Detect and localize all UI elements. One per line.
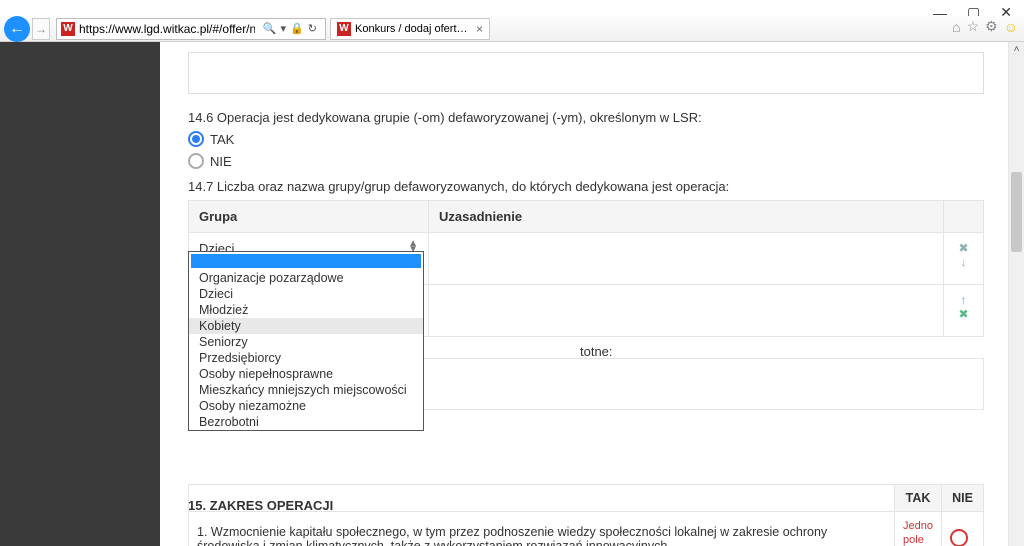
zakres-spacer [189, 485, 895, 512]
refresh-icon[interactable]: ↻ [308, 22, 317, 35]
tab-close-icon[interactable]: × [476, 22, 483, 36]
scrollbar-thumb[interactable] [1011, 172, 1022, 252]
zakres-row1-nie[interactable] [942, 512, 984, 546]
home-icon[interactable]: ⌂ [952, 19, 960, 35]
zakres-th-tak: TAK [895, 485, 942, 512]
istotne-label-fragment: totne: [580, 344, 613, 359]
radio-nie-circle[interactable] [188, 153, 204, 169]
search-icon[interactable]: 🔍 [263, 22, 277, 35]
url-text: https://www.lgd.witkac.pl/#/offer/new/?c… [79, 22, 255, 36]
grupa-dropdown-panel[interactable]: Organizacje pozarządowe Dzieci Młodzież … [188, 251, 424, 431]
left-sidebar [0, 42, 160, 546]
feedback-icon[interactable]: ☺ [1004, 19, 1018, 35]
browser-tab[interactable]: W Konkurs / dodaj ofertę - wit... × [330, 18, 490, 40]
dropdown-option[interactable]: Osoby niezamożne [189, 398, 423, 414]
radio-tak-label: TAK [210, 132, 234, 147]
zakres-row1-tak[interactable]: Jedno pole musi [895, 512, 942, 546]
dropdown-option[interactable]: Osoby niepełnosprawne [189, 366, 423, 382]
lock-icon: 🔒 [290, 22, 304, 35]
dropdown-options-list: Organizacje pozarządowe Dzieci Młodzież … [189, 270, 423, 430]
dropdown-search-input[interactable] [191, 254, 421, 268]
zakres-row1-text: 1. Wzmocnienie kapitału społecznego, w t… [189, 512, 895, 546]
vertical-scrollbar[interactable]: ˄ [1008, 42, 1024, 546]
cell-uzas-input[interactable] [429, 233, 944, 285]
th-uzas: Uzasadnienie [429, 201, 944, 233]
prev-text-input[interactable] [188, 52, 984, 94]
dropdown-option[interactable]: Organizacje pozarządowe [189, 270, 423, 286]
radio-tak[interactable]: TAK [188, 131, 984, 147]
browser-chrome: ← → W https://www.lgd.witkac.pl/#/offer/… [0, 16, 1024, 42]
scroll-up-icon[interactable]: ˄ [1009, 44, 1024, 55]
dropdown-option[interactable]: Mieszkańcy mniejszych miejscowości [189, 382, 423, 398]
th-actions [944, 201, 984, 233]
favicon-w-icon: W [61, 22, 75, 36]
zakres-table: TAK NIE 1. Wzmocnienie kapitału społeczn… [188, 484, 984, 546]
radio-nie-label: NIE [210, 154, 232, 169]
dropdown-option[interactable]: Dzieci [189, 286, 423, 302]
dropdown-option[interactable]: Seniorzy [189, 334, 423, 350]
url-suffix: 🔍 ▾ 🔒 ↻ [259, 22, 321, 35]
remove-row-icon[interactable]: ✖ ↓ [954, 241, 973, 269]
radio-nie-indicator[interactable] [950, 529, 968, 546]
q14-7-label: 14.7 Liczba oraz nazwa grupy/grup defawo… [188, 179, 984, 194]
back-button[interactable]: ← [4, 16, 30, 42]
dropdown-url-icon[interactable]: ▾ [281, 22, 287, 35]
table-row: 1. Wzmocnienie kapitału społecznego, w t… [189, 512, 984, 546]
forward-button[interactable]: → [32, 18, 50, 40]
th-grupa: Grupa [189, 201, 429, 233]
radio-nie[interactable]: NIE [188, 153, 984, 169]
tab-title: Konkurs / dodaj ofertę - wit... [355, 23, 472, 35]
star-icon[interactable]: ☆ [967, 18, 980, 35]
cell-uzas-input-2[interactable] [429, 285, 944, 337]
dropdown-option[interactable]: Kobiety [189, 318, 423, 334]
dropdown-option[interactable]: Bezrobotni [189, 414, 423, 430]
cell-actions-2: ↑ ✖ [944, 285, 984, 337]
dropdown-option[interactable]: Przedsiębiorcy [189, 350, 423, 366]
tab-favicon-icon: W [337, 22, 351, 36]
move-up-icon[interactable]: ↑ ✖ [954, 293, 973, 321]
address-bar[interactable]: W https://www.lgd.witkac.pl/#/offer/new/… [56, 18, 326, 40]
zakres-th-nie: NIE [942, 485, 984, 512]
q14-6-label: 14.6 Operacja jest dedykowana grupie (-o… [188, 110, 984, 125]
dropdown-option[interactable]: Młodzież [189, 302, 423, 318]
gear-icon[interactable]: ⚙ [985, 18, 998, 35]
radio-tak-circle[interactable] [188, 131, 204, 147]
cell-actions: ✖ ↓ [944, 233, 984, 285]
